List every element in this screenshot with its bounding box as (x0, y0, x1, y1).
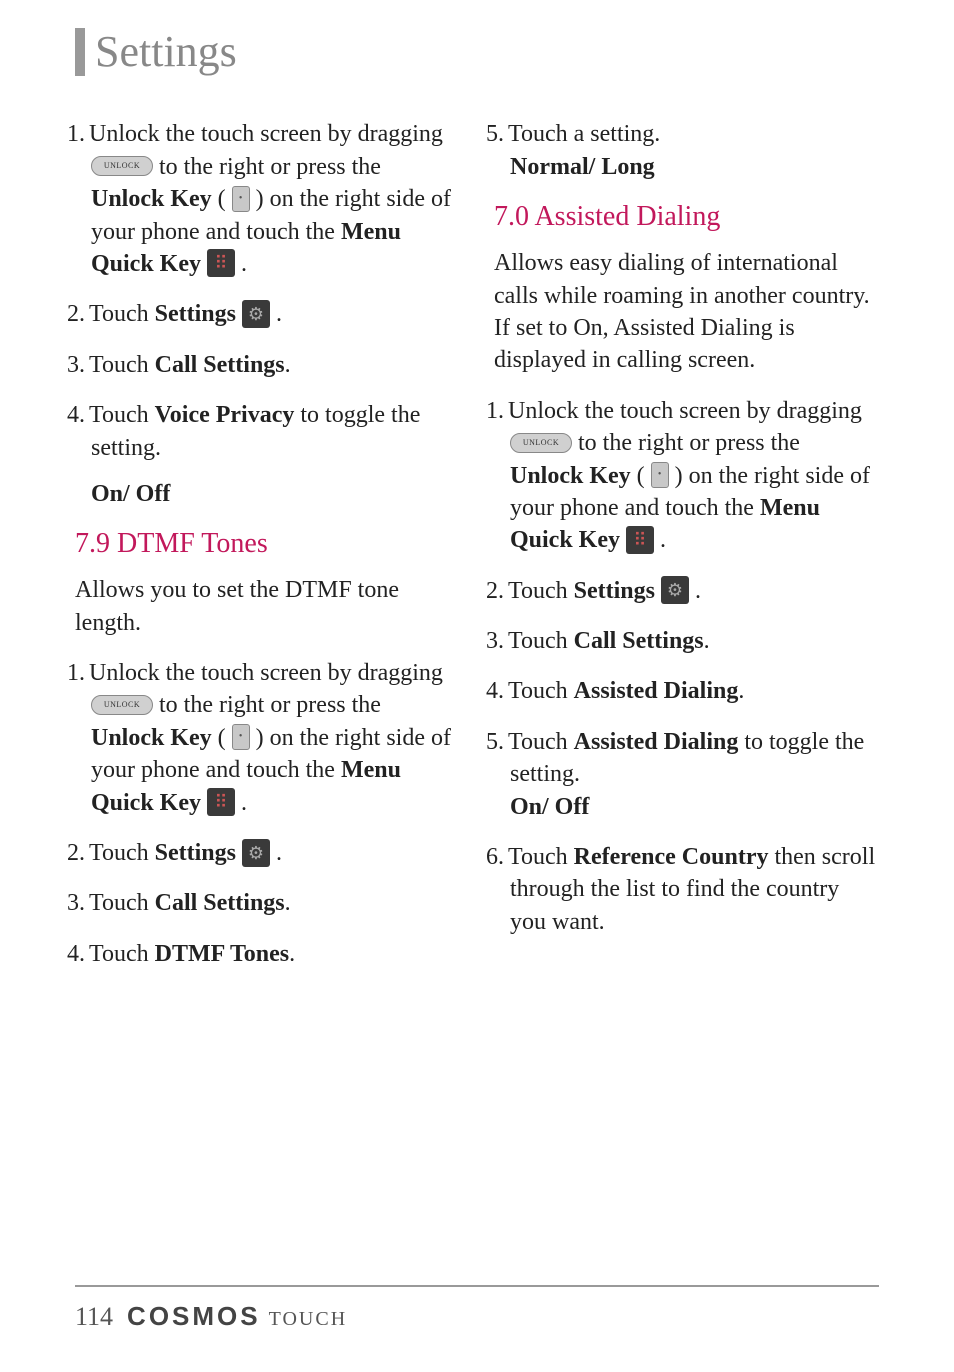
step-number: 2. (486, 575, 508, 607)
dtmf-options: Normal/ Long (486, 151, 879, 183)
step-number: 3. (67, 349, 89, 381)
settings-gear-icon: ⚙ (242, 300, 270, 328)
unlock-key-icon (232, 724, 250, 750)
ad-step-5: 5.Touch Assisted Dialing to toggle the s… (486, 726, 879, 823)
page-title-wrap: Settings (75, 28, 879, 76)
step-number: 5. (486, 726, 508, 758)
step-number: 4. (67, 399, 89, 431)
brand-logo: COSMOS (127, 1301, 261, 1332)
page-footer: 114 COSMOS TOUCH (75, 1285, 879, 1332)
footer-rule (75, 1285, 879, 1287)
ad-step-3: 3.Touch Call Settings. (486, 625, 879, 657)
settings-gear-icon: ⚙ (242, 839, 270, 867)
step-number: 3. (486, 625, 508, 657)
step-number: 2. (67, 298, 89, 330)
ad-step-4: 4.Touch Assisted Dialing. (486, 675, 879, 707)
vp-step-4: 4.Touch Voice Privacy to toggle the sett… (67, 399, 460, 510)
unlock-slider-icon: UNLOCK (91, 156, 153, 176)
step-number: 6. (486, 841, 508, 873)
section-dtmf-heading: 7.9 DTMF Tones (75, 528, 460, 560)
title-accent-bar (75, 28, 85, 76)
vp-options: On/ Off (67, 478, 460, 510)
settings-gear-icon: ⚙ (661, 576, 689, 604)
right-column: 5.Touch a setting. Normal/ Long 7.0 Assi… (494, 118, 879, 988)
vp-step-2: 2.Touch Settings ⚙ . (67, 298, 460, 330)
ad-step-6: 6.Touch Reference Country then scroll th… (486, 841, 879, 938)
unlock-slider-icon: UNLOCK (91, 695, 153, 715)
dtmf-step-5: 5.Touch a setting. Normal/ Long (486, 118, 879, 183)
unlock-key-icon (232, 186, 250, 212)
page-number: 114 (75, 1302, 113, 1332)
section-assisted-dialing-heading: 7.0 Assisted Dialing (494, 201, 879, 233)
menu-quick-key-icon (626, 526, 654, 554)
dtmf-step-3: 3.Touch Call Settings. (67, 887, 460, 919)
vp-step-1: 1.Unlock the touch screen by dragging UN… (67, 118, 460, 280)
dtmf-step-4: 4.Touch DTMF Tones. (67, 938, 460, 970)
dtmf-step-2: 2.Touch Settings ⚙ . (67, 837, 460, 869)
step-number: 1. (67, 118, 89, 150)
page-title: Settings (95, 28, 237, 76)
left-column: 1.Unlock the touch screen by dragging UN… (75, 118, 460, 988)
dtmf-step-1: 1.Unlock the touch screen by dragging UN… (67, 657, 460, 819)
menu-quick-key-icon (207, 788, 235, 816)
unlock-slider-icon: UNLOCK (510, 433, 572, 453)
step-number: 1. (486, 395, 508, 427)
ad-step-1: 1.Unlock the touch screen by dragging UN… (486, 395, 879, 557)
unlock-key-icon (651, 462, 669, 488)
vp-step-3: 3.Touch Call Settings. (67, 349, 460, 381)
ad-options: On/ Off (486, 791, 879, 823)
dtmf-description: Allows you to set the DTMF tone length. (75, 574, 460, 639)
step-number: 3. (67, 887, 89, 919)
step-number: 1. (67, 657, 89, 689)
ad-step-2: 2.Touch Settings ⚙ . (486, 575, 879, 607)
step-number: 4. (486, 675, 508, 707)
menu-quick-key-icon (207, 249, 235, 277)
step-number: 5. (486, 118, 508, 150)
content-columns: 1.Unlock the touch screen by dragging UN… (75, 118, 879, 988)
brand-suffix: TOUCH (269, 1308, 348, 1331)
ad-description: Allows easy dialing of international cal… (494, 247, 879, 377)
step-number: 2. (67, 837, 89, 869)
step-number: 4. (67, 938, 89, 970)
